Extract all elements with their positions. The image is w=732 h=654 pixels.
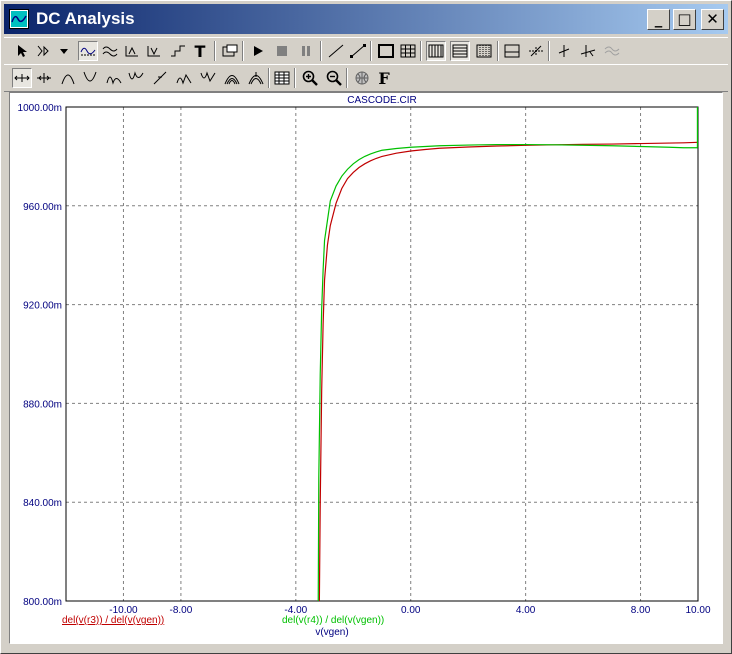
y-tick-label: 880.00m <box>23 399 62 410</box>
step-icon[interactable] <box>168 41 188 61</box>
low-cursor-icon[interactable] <box>126 68 146 88</box>
min-cursor-icon[interactable] <box>174 68 194 88</box>
toolbar-cursor: F <box>4 64 728 92</box>
x-axis-label: v(vgen) <box>315 627 348 638</box>
slope-cursor-icon[interactable] <box>150 68 170 88</box>
table-icon[interactable] <box>272 68 292 88</box>
properties-icon[interactable] <box>220 41 240 61</box>
label-layer: CASCODE.CIR 800.00m 840.00m 880.00m 920.00m 9… <box>18 95 711 638</box>
y-tick-label: 800.00m <box>23 597 62 608</box>
wave-off-icon[interactable] <box>602 41 622 61</box>
hline-icon[interactable] <box>502 41 522 61</box>
peak-cursor-icon[interactable] <box>58 68 78 88</box>
vgrid-icon[interactable] <box>426 41 446 61</box>
frame-icon[interactable] <box>376 41 396 61</box>
peak-icon[interactable] <box>122 41 142 61</box>
node-select-icon[interactable] <box>34 41 54 61</box>
toolbar-separator <box>214 41 216 61</box>
toolbar-separator <box>294 68 296 88</box>
slope-icon[interactable] <box>326 41 346 61</box>
cursor-icon[interactable] <box>554 41 574 61</box>
cross-icon[interactable] <box>526 41 546 61</box>
toolbar-separator <box>420 41 422 61</box>
globe-icon[interactable] <box>352 68 372 88</box>
toolbar-separator <box>346 68 348 88</box>
pointer-icon[interactable] <box>12 41 32 61</box>
dots-grid-icon[interactable] <box>474 41 494 61</box>
series-line[interactable] <box>318 141 699 602</box>
high-cursor-icon[interactable] <box>104 68 124 88</box>
grid-icon[interactable] <box>398 41 418 61</box>
toolbar-main: T <box>4 37 728 65</box>
plot-frame[interactable]: CASCODE.CIR 800.00m 840.00m 880.00m 920.00m 9… <box>9 92 723 644</box>
zoom-in-icon[interactable] <box>300 68 320 88</box>
y-tick-label: 1000.00m <box>18 103 62 114</box>
y-tick-label: 960.00m <box>23 202 62 213</box>
text-icon[interactable]: T <box>190 41 210 61</box>
minimize-button[interactable]: _ <box>647 9 670 30</box>
x-tick-label: 0.00 <box>401 605 421 616</box>
toolbar-separator <box>497 41 499 61</box>
point-icon[interactable] <box>246 68 266 88</box>
toolbar-separator <box>548 41 550 61</box>
y-tick-label: 920.00m <box>23 301 62 312</box>
x-tick-label: 8.00 <box>631 605 651 616</box>
pause-icon[interactable] <box>296 41 316 61</box>
max-cursor-icon[interactable] <box>198 68 218 88</box>
chart-title: CASCODE.CIR <box>347 95 416 106</box>
cursor-pair-icon[interactable] <box>578 41 598 61</box>
ramp-icon[interactable] <box>348 41 368 61</box>
inflection-icon[interactable] <box>222 68 242 88</box>
plot-axes-frame <box>65 106 699 602</box>
font-icon[interactable]: F <box>374 68 394 88</box>
cursor-left-icon[interactable] <box>12 68 32 88</box>
zoom-out-icon[interactable] <box>324 68 344 88</box>
x-tick-label: -8.00 <box>170 605 193 616</box>
title-bar[interactable]: DC Analysis _ □ ✕ <box>4 4 728 34</box>
close-button[interactable]: ✕ <box>701 9 724 30</box>
legend-entry: del(v(r4)) / del(v(vgen)) <box>282 615 384 626</box>
dc-analysis-chart[interactable]: CASCODE.CIR 800.00m 840.00m 880.00m 920.00m 9… <box>10 93 722 643</box>
x-tick-label: 4.00 <box>516 605 536 616</box>
x-tick-label: 10.00 <box>685 605 710 616</box>
run-icon[interactable] <box>248 41 268 61</box>
y-tick-label: 840.00m <box>23 498 62 509</box>
maximize-button[interactable]: □ <box>673 9 696 30</box>
valley-cursor-icon[interactable] <box>80 68 100 88</box>
hgrid-icon[interactable] <box>450 41 470 61</box>
dc-analysis-window: DC Analysis _ □ ✕ T F CASCODE.CIR 800.00… <box>0 0 732 654</box>
toolbar-separator <box>268 68 270 88</box>
legend-entry: del(v(r3)) / del(v(vgen)) <box>62 615 164 626</box>
dropdown-icon[interactable] <box>54 41 74 61</box>
toolbar-separator <box>370 41 372 61</box>
cursor-right-icon[interactable] <box>34 68 54 88</box>
valley-icon[interactable] <box>144 41 164 61</box>
multi-wave-icon[interactable] <box>100 41 120 61</box>
app-icon[interactable] <box>9 9 29 29</box>
grid-layer <box>66 107 698 601</box>
toolbar-separator <box>242 41 244 61</box>
stop-icon[interactable] <box>272 41 292 61</box>
waveform-icon[interactable] <box>78 41 98 61</box>
window-title: DC Analysis <box>36 9 135 28</box>
toolbar-separator <box>320 41 322 61</box>
